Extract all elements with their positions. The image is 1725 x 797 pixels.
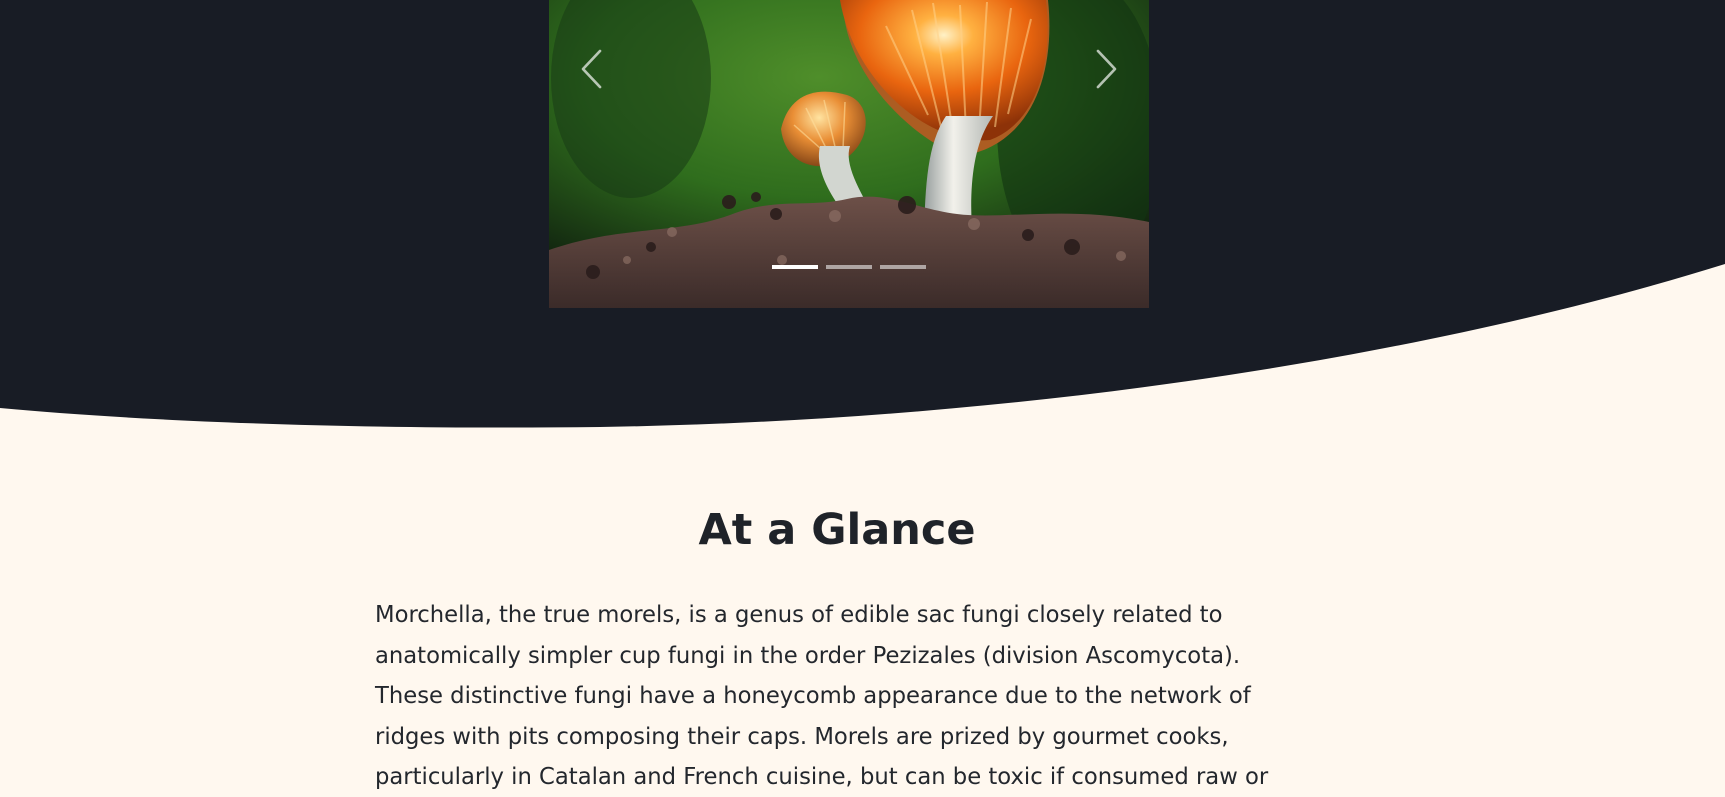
carousel-slide-indicator-2[interactable] bbox=[826, 265, 872, 269]
carousel-next-button[interactable] bbox=[1077, 37, 1133, 101]
chevron-right-icon bbox=[1096, 49, 1117, 89]
chevron-left-icon bbox=[581, 49, 602, 89]
at-a-glance-paragraph: Morchella, the true morels, is a genus o… bbox=[375, 602, 1269, 790]
mushroom-photo bbox=[549, 0, 1149, 308]
carousel-slide-indicator-1[interactable] bbox=[772, 265, 818, 269]
mushroom-page: At a Glance Morchella, the true morels, … bbox=[0, 0, 1725, 797]
at-a-glance-section: At a Glance Morchella, the true morels, … bbox=[375, 500, 1305, 797]
mushroom-image-carousel bbox=[549, 0, 1149, 308]
at-a-glance-heading: At a Glance bbox=[698, 505, 976, 555]
carousel-slide-indicator-3[interactable] bbox=[880, 265, 926, 269]
carousel-indicators bbox=[549, 265, 1149, 269]
carousel-previous-button[interactable] bbox=[565, 37, 621, 101]
